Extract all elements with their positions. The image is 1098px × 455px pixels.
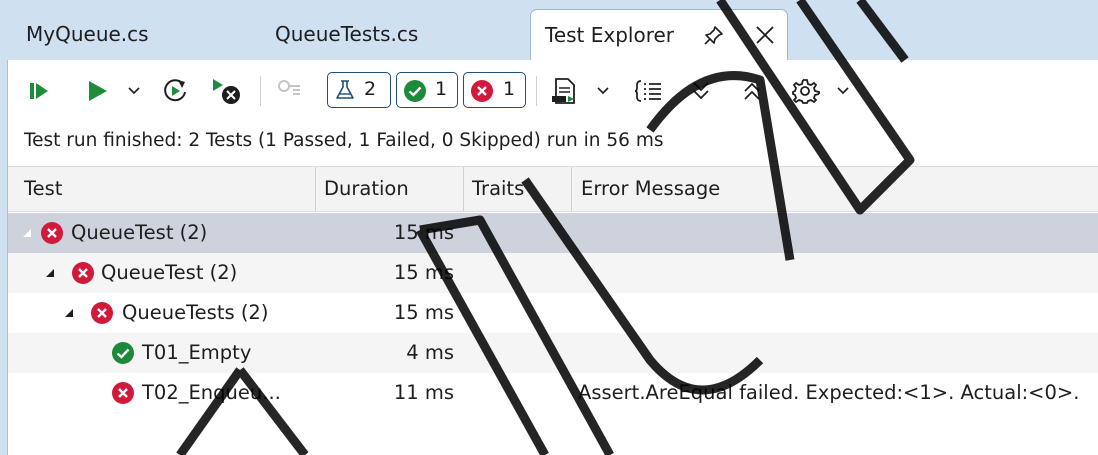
toolbar-separator bbox=[260, 76, 261, 106]
passed-icon bbox=[404, 80, 426, 102]
tab-queuetests-cs[interactable]: QueueTests.cs bbox=[275, 9, 418, 60]
close-icon[interactable] bbox=[753, 23, 777, 47]
flask-icon bbox=[336, 80, 354, 99]
test-duration: 15 ms bbox=[393, 221, 454, 244]
filter-icon[interactable] bbox=[276, 74, 304, 108]
failed-count: 1 bbox=[503, 78, 516, 100]
total-tests-counter[interactable]: 2 bbox=[327, 72, 391, 108]
dropdown-chevron-icon[interactable] bbox=[126, 74, 142, 108]
expander-expanded-icon[interactable] bbox=[45, 268, 55, 278]
column-resize-handle[interactable] bbox=[463, 167, 464, 211]
repeat-last-run-icon[interactable] bbox=[161, 74, 191, 108]
tab-label: MyQueue.cs bbox=[26, 22, 149, 46]
dropdown-chevron-icon[interactable] bbox=[595, 74, 611, 108]
test-duration: 11 ms bbox=[393, 381, 454, 404]
test-row-queuetest-root[interactable]: QueueTest (2) 15 ms bbox=[8, 213, 1098, 253]
run-all-icon[interactable] bbox=[28, 74, 50, 108]
failed-icon bbox=[72, 262, 94, 284]
test-name: QueueTests (2) bbox=[122, 301, 269, 324]
group-by-icon[interactable] bbox=[634, 74, 664, 108]
passed-tests-counter[interactable]: 1 bbox=[396, 72, 458, 108]
column-resize-handle[interactable] bbox=[571, 167, 572, 211]
collapse-all-icon[interactable] bbox=[741, 74, 763, 108]
test-row-queuetest-namespace[interactable]: QueueTest (2) 15 ms bbox=[8, 253, 1098, 293]
grid-header: Test Duration Traits Error Message bbox=[8, 166, 1098, 212]
test-duration: 4 ms bbox=[406, 341, 454, 364]
total-count: 2 bbox=[364, 78, 377, 100]
run-status-text: Test run finished: 2 Tests (1 Passed, 1 … bbox=[24, 130, 664, 151]
expand-all-icon[interactable] bbox=[690, 74, 712, 108]
column-header-test[interactable]: Test bbox=[24, 167, 62, 211]
test-duration: 15 ms bbox=[393, 261, 454, 284]
window-left-edge bbox=[0, 60, 8, 455]
column-header-duration[interactable]: Duration bbox=[324, 167, 409, 211]
failed-icon bbox=[91, 302, 113, 324]
failed-icon bbox=[471, 80, 493, 102]
column-header-error-message[interactable]: Error Message bbox=[581, 167, 720, 211]
run-icon[interactable] bbox=[86, 74, 110, 108]
test-name: T01_Empty bbox=[142, 341, 252, 364]
tab-label: QueueTests.cs bbox=[275, 22, 419, 46]
test-row-t01-empty[interactable]: T01_Empty 4 ms bbox=[8, 333, 1098, 373]
tab-myqueue-cs[interactable]: MyQueue.cs bbox=[26, 9, 149, 60]
test-name: T02_Enqueu... bbox=[142, 381, 281, 404]
expander-expanded-icon[interactable] bbox=[64, 308, 74, 318]
pin-icon[interactable] bbox=[703, 24, 725, 46]
test-name: QueueTest (2) bbox=[101, 261, 238, 284]
test-duration: 15 ms bbox=[393, 301, 454, 324]
expander-collapsed-icon[interactable] bbox=[22, 228, 32, 238]
column-header-traits[interactable]: Traits bbox=[472, 167, 524, 211]
test-row-t02-enqueue[interactable]: T02_Enqueu... 11 ms Assert.AreEqual fail… bbox=[8, 373, 1098, 413]
tab-label: Test Explorer bbox=[545, 23, 675, 47]
document-tab-strip: MyQueue.cs QueueTests.cs Test Explorer bbox=[0, 0, 1098, 60]
error-message: Assert.AreEqual failed. Expected:<1>. Ac… bbox=[578, 381, 1080, 404]
settings-icon[interactable] bbox=[790, 74, 820, 108]
toolbar-separator bbox=[536, 76, 537, 106]
run-failed-tests-icon[interactable] bbox=[211, 74, 245, 108]
tab-test-explorer[interactable]: Test Explorer bbox=[530, 9, 788, 60]
failed-tests-counter[interactable]: 1 bbox=[463, 72, 526, 108]
test-name: QueueTest (2) bbox=[71, 221, 208, 244]
passed-count: 1 bbox=[435, 78, 448, 100]
failed-icon bbox=[112, 382, 134, 404]
passed-icon bbox=[112, 342, 134, 364]
test-row-queuetests-class[interactable]: QueueTests (2) 15 ms bbox=[8, 293, 1098, 333]
playlist-icon[interactable] bbox=[548, 74, 582, 108]
failed-icon bbox=[41, 222, 63, 244]
column-resize-handle[interactable] bbox=[315, 167, 316, 211]
test-explorer-toolbar: 2 1 1 bbox=[8, 60, 1098, 122]
dropdown-chevron-icon[interactable] bbox=[835, 74, 851, 108]
